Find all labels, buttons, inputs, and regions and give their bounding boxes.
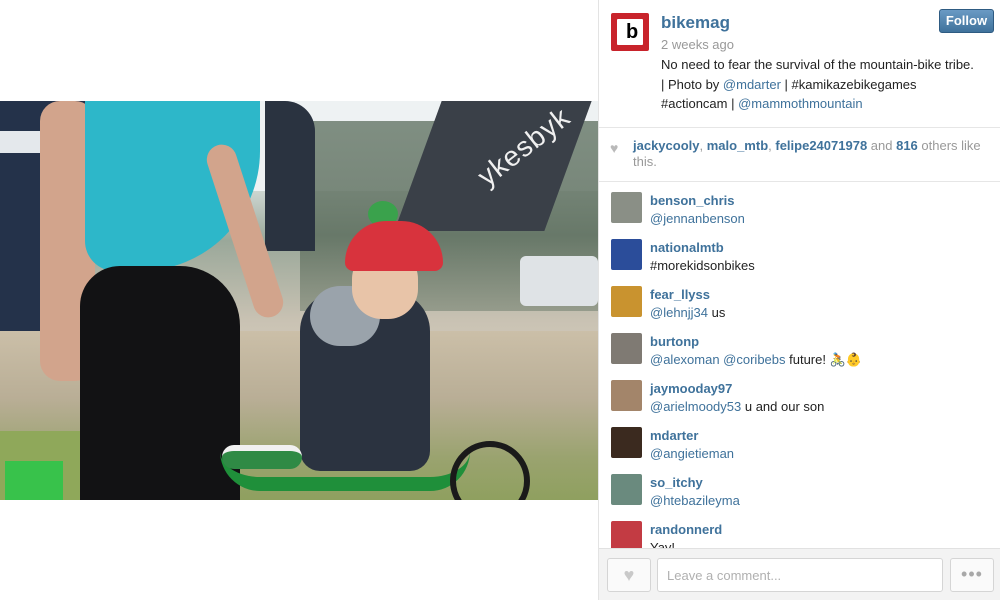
- list-item: so_itchy @htebazileyma: [599, 465, 1000, 512]
- caption-line2-suffix: | #kamikazebikegames: [780, 76, 917, 92]
- photo-bike-seat: [222, 445, 302, 469]
- comment-text: @angietieman: [650, 446, 734, 461]
- list-item: nationalmtb #morekidsonbikes: [599, 230, 1000, 277]
- comment-mention[interactable]: @angietieman: [650, 446, 734, 461]
- post-header: b bikemag 2 weeks ago Follow No need to …: [599, 0, 1000, 127]
- post-sidebar: b bikemag 2 weeks ago Follow No need to …: [598, 0, 1000, 600]
- comment-mention[interactable]: @alexoman @coribebs: [650, 352, 786, 367]
- photo-pane: ykesbyk: [0, 0, 598, 600]
- photo-pants: [80, 266, 240, 500]
- like-user[interactable]: felipe24071978: [775, 138, 867, 153]
- comment-mention[interactable]: @arielmoody53: [650, 399, 741, 414]
- post-caption: No need to fear the survival of the moun…: [661, 55, 996, 114]
- comment-body: #morekidsonbikes: [650, 258, 755, 273]
- list-item: jaymooday97 @arielmoody53 u and our son: [599, 371, 1000, 418]
- comment-avatar[interactable]: [611, 192, 642, 223]
- post-photo[interactable]: ykesbyk: [0, 101, 598, 500]
- list-item: burtonp @alexoman @coribebs future! 🚴👶: [599, 324, 1000, 371]
- avatar[interactable]: b: [611, 13, 649, 51]
- likes-and: and: [867, 138, 897, 153]
- caption-mention-location[interactable]: @mammothmountain: [738, 96, 862, 111]
- comment-username[interactable]: so_itchy: [650, 475, 703, 490]
- like-button[interactable]: ♥: [607, 558, 651, 592]
- like-user[interactable]: malo_mtb: [707, 138, 768, 153]
- comment-text: #morekidsonbikes: [650, 258, 755, 273]
- photo-car: [520, 256, 598, 306]
- likes-count[interactable]: 816: [896, 138, 918, 153]
- comment-avatar[interactable]: [611, 380, 642, 411]
- photo-basket: [5, 461, 63, 500]
- photo-flag-left: [265, 101, 315, 251]
- avatar-inner: b: [617, 19, 643, 45]
- caption-mention-photographer[interactable]: @mdarter: [723, 77, 781, 92]
- comment-username[interactable]: burtonp: [650, 334, 699, 349]
- follow-button[interactable]: Follow: [939, 9, 994, 33]
- comment-body: Yay!: [650, 540, 676, 548]
- list-item: benson_chris @jennanbenson: [599, 183, 1000, 230]
- list-item: randonnerd Yay!: [599, 512, 1000, 548]
- comment-footer: ♥ •••: [599, 548, 1000, 600]
- comment-text: Yay!: [650, 540, 675, 548]
- comment-mention[interactable]: @lehnjj34: [650, 305, 708, 320]
- post-username[interactable]: bikemag: [661, 13, 730, 33]
- heart-icon: ♥: [623, 565, 635, 585]
- list-item: mdarter @angietieman: [599, 418, 1000, 465]
- comment-username[interactable]: benson_chris: [650, 193, 735, 208]
- comment-avatar[interactable]: [611, 333, 642, 364]
- comment-username[interactable]: mdarter: [650, 428, 698, 443]
- comment-mention[interactable]: @jennanbenson: [650, 211, 745, 226]
- bikemag-logo-icon: b: [626, 21, 639, 43]
- list-item: fear_llyss @lehnjj34 us: [599, 277, 1000, 324]
- post-time: 2 weeks ago: [661, 37, 734, 52]
- comment-body: future! 🚴👶: [785, 352, 862, 367]
- comment-avatar[interactable]: [611, 427, 642, 458]
- comments-list[interactable]: benson_chris @jennanbenson nationalmtb #…: [599, 183, 1000, 548]
- comment-mention[interactable]: @htebazileyma: [650, 493, 740, 508]
- comment-avatar[interactable]: [611, 474, 642, 505]
- comment-text: @lehnjj34 us: [650, 305, 725, 320]
- comment-avatar[interactable]: [611, 286, 642, 317]
- comment-text: @arielmoody53 u and our son: [650, 399, 824, 414]
- likes-separator: ,: [699, 138, 707, 153]
- more-options-button[interactable]: •••: [950, 558, 994, 592]
- caption-line3-prefix: #actioncam |: [661, 96, 739, 111]
- likes-text: jackycooly, malo_mtb, felipe24071978 and…: [633, 138, 993, 170]
- comment-body: u and our son: [741, 399, 825, 414]
- comment-username[interactable]: randonnerd: [650, 522, 722, 537]
- comment-username[interactable]: jaymooday97: [650, 381, 732, 396]
- heart-icon: ♥: [610, 140, 619, 156]
- comment-avatar[interactable]: [611, 239, 642, 270]
- comment-input[interactable]: [657, 558, 943, 592]
- caption-line1: No need to fear the survival of the moun…: [661, 57, 974, 72]
- comment-body: us: [708, 305, 726, 320]
- comment-text: @alexoman @coribebs future! 🚴👶: [650, 352, 862, 368]
- comment-username[interactable]: fear_llyss: [650, 287, 710, 302]
- like-user[interactable]: jackycooly: [633, 138, 700, 153]
- comment-text: @htebazileyma: [650, 493, 740, 508]
- likes-summary: ♥ jackycooly, malo_mtb, felipe24071978 a…: [599, 127, 1000, 182]
- caption-line2-prefix: | Photo by: [661, 76, 723, 92]
- comment-avatar[interactable]: [611, 521, 642, 548]
- comment-text: @jennanbenson: [650, 211, 745, 226]
- comment-username[interactable]: nationalmtb: [650, 240, 724, 255]
